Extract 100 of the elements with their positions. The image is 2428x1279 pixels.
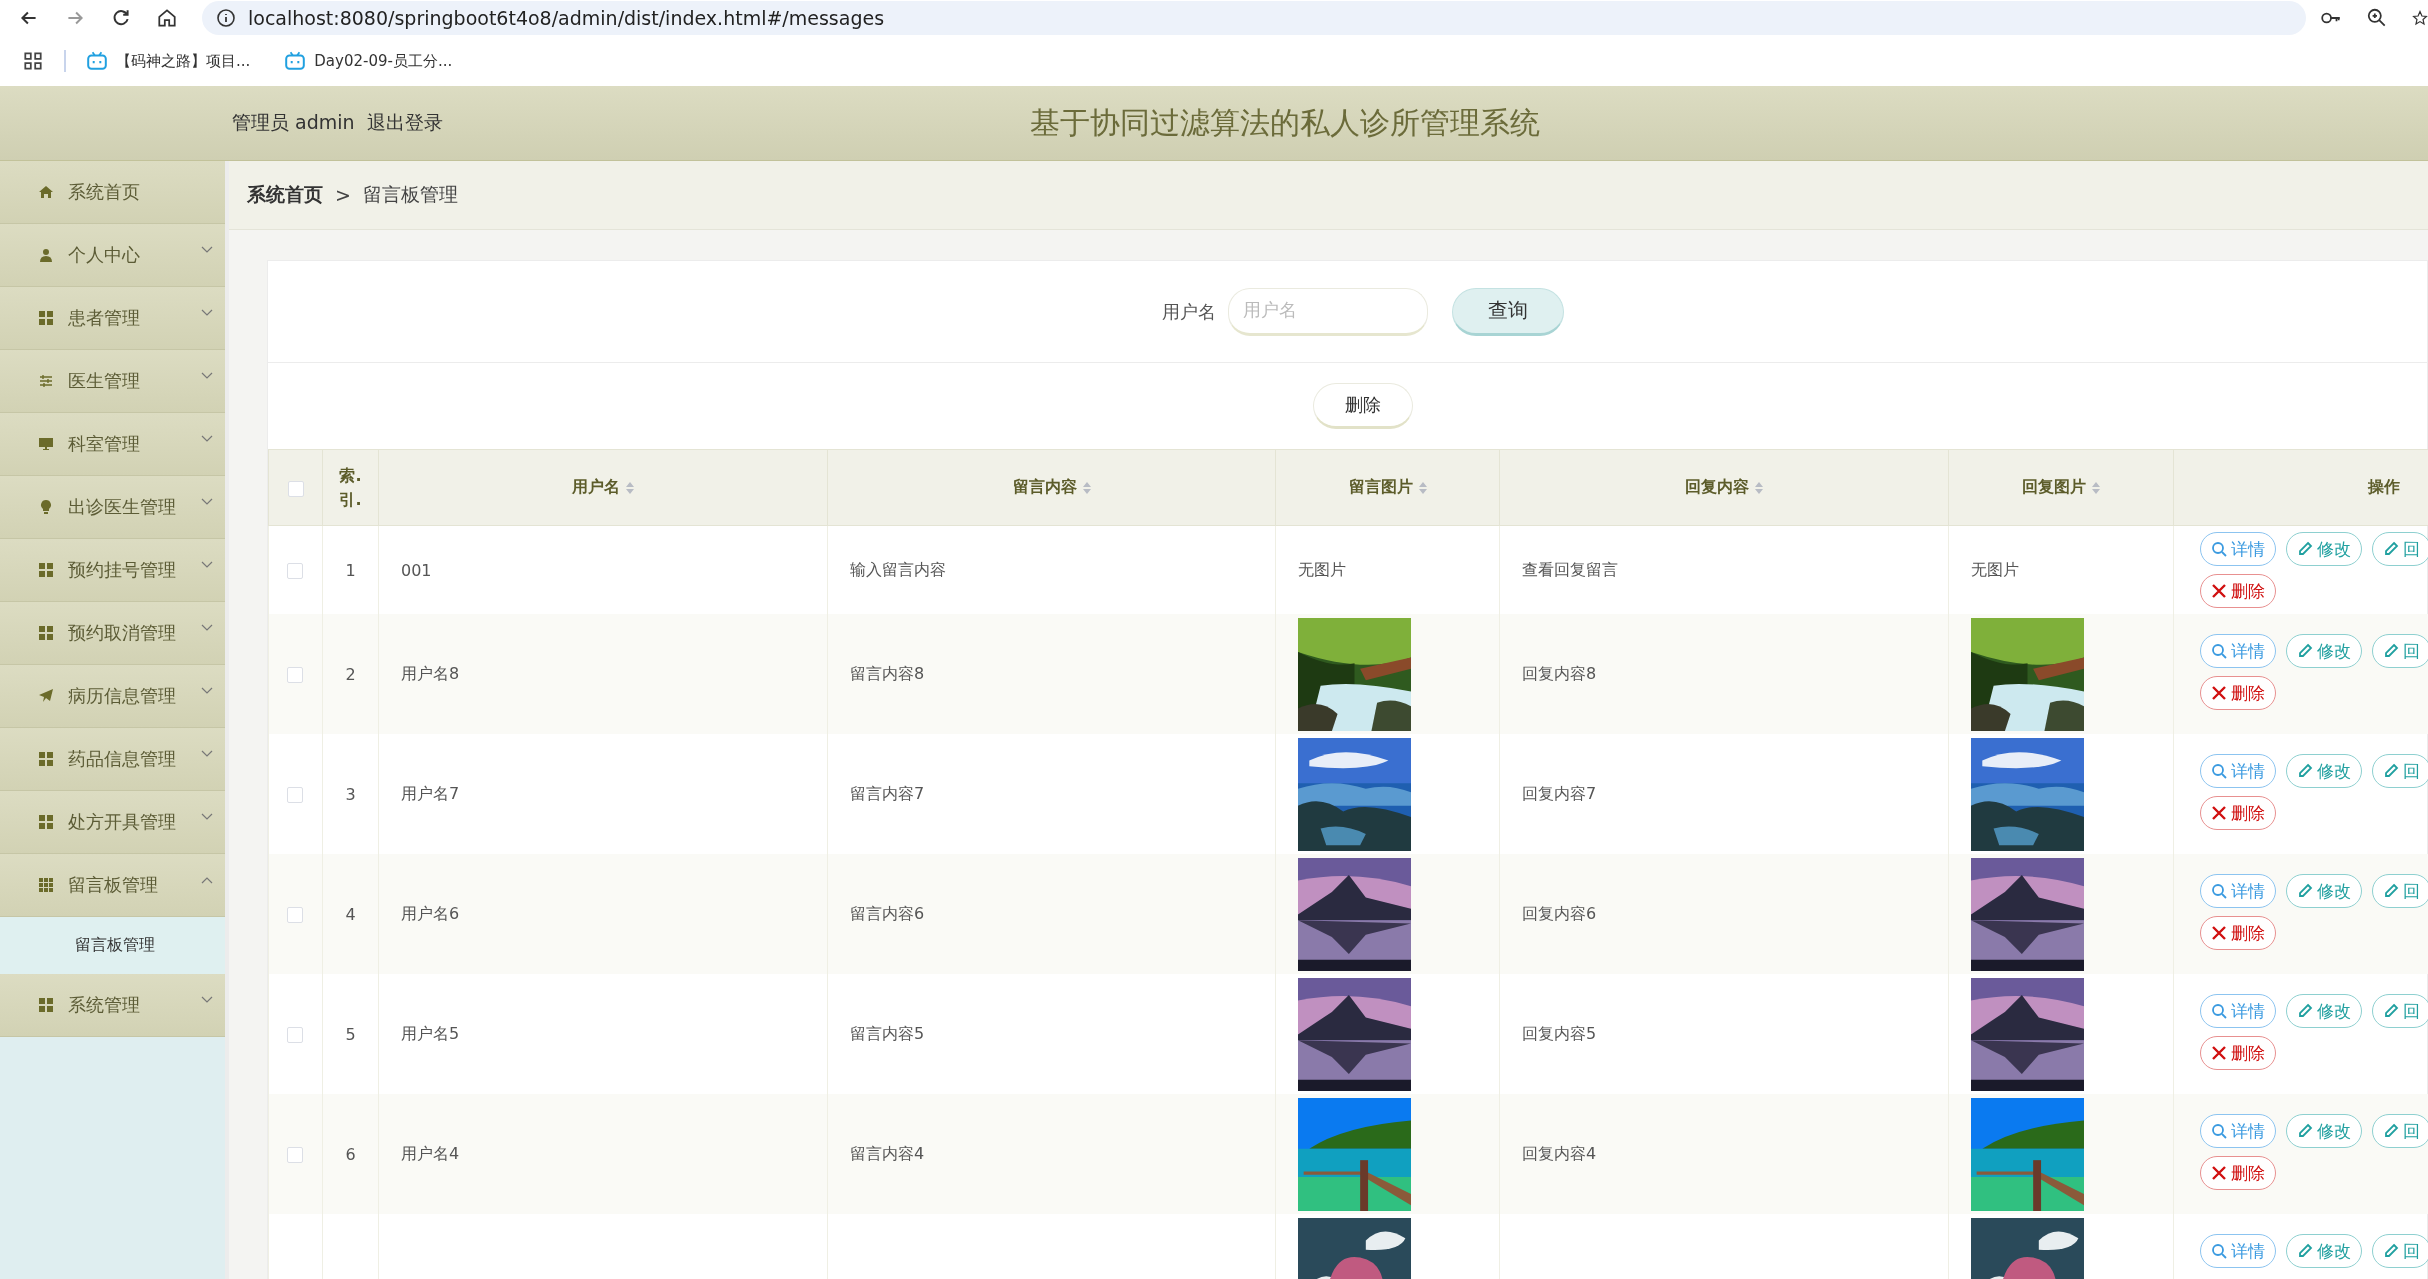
search-icon (2211, 1243, 2227, 1259)
sort-icon[interactable] (1755, 481, 1763, 494)
sort-icon[interactable] (2092, 481, 2100, 494)
search-icon (2211, 541, 2227, 557)
caret-icon (201, 246, 213, 254)
delete-button[interactable]: 删除 (1312, 383, 1413, 429)
caret-icon (201, 687, 213, 695)
caret-icon (201, 996, 213, 1004)
delete-button[interactable]: 删除 (2200, 796, 2276, 830)
close-icon (2211, 685, 2227, 701)
sidebar-item[interactable]: 处方开具管理 (0, 791, 225, 854)
admin-label: 管理员 admin (232, 110, 355, 135)
user-icon (38, 247, 54, 263)
pencil-icon (2383, 1123, 2399, 1139)
sidebar-item[interactable]: 医生管理 (0, 350, 225, 413)
sidebar-item[interactable]: 药品信息管理 (0, 728, 225, 791)
zoom-icon[interactable] (2366, 7, 2388, 29)
logout-link[interactable]: 退出登录 (366, 110, 443, 136)
column-header: 回复图片 (1948, 449, 2174, 526)
row-checkbox[interactable] (287, 1027, 303, 1043)
sidebar-item[interactable]: 系统首页 (0, 161, 225, 224)
close-icon (2211, 925, 2227, 941)
delete-button[interactable]: 删除 (2200, 676, 2276, 710)
table-cell: 2 (322, 614, 379, 734)
detail-button[interactable]: 详情 (2200, 754, 2276, 788)
pencil-icon (2297, 763, 2313, 779)
delete-button[interactable]: 删除 (2200, 1036, 2276, 1070)
caret-icon (201, 813, 213, 821)
row-checkbox[interactable] (287, 667, 303, 683)
pencil-icon (2383, 763, 2399, 779)
caret-icon (201, 309, 213, 317)
edit-button[interactable]: 修改 (2286, 532, 2362, 566)
no-image-text: 无图片 (1298, 559, 1346, 579)
bookmark-link[interactable]: 【码神之路】项目... (116, 51, 251, 71)
monitor-icon (38, 436, 54, 452)
caret-icon (201, 561, 213, 569)
address-bar[interactable]: localhost:8080/springboot6t4o8/admin/dist/index.html#/messages (202, 1, 2306, 35)
search-icon (2211, 883, 2227, 899)
detail-button[interactable]: 详情 (2200, 532, 2276, 566)
row-checkbox[interactable] (287, 1147, 303, 1163)
sidebar-item[interactable]: 患者管理 (0, 287, 225, 350)
sidebar-item[interactable]: 病历信息管理 (0, 665, 225, 728)
search-label: 用户名 (1161, 299, 1216, 324)
detail-button[interactable]: 详情 (2200, 634, 2276, 668)
select-all-checkbox[interactable] (287, 480, 304, 497)
edit-button[interactable]: 修改 (2286, 874, 2362, 908)
query-button[interactable]: 查询 (1451, 287, 1564, 336)
reply-button[interactable]: 回 (2372, 994, 2428, 1028)
detail-button[interactable]: 详情 (2200, 874, 2276, 908)
sort-icon[interactable] (1418, 481, 1427, 494)
table-cell: 用户名8 (378, 614, 828, 734)
edit-button[interactable]: 修改 (2286, 994, 2362, 1028)
username-search-field[interactable]: 用户名 (1227, 287, 1428, 336)
delete-button[interactable]: 删除 (2200, 916, 2276, 950)
sidebar-item[interactable]: 出诊医生管理 (0, 476, 225, 539)
sort-icon[interactable] (1082, 481, 1091, 494)
pencil-icon (2383, 1003, 2399, 1019)
sort-icon[interactable] (626, 481, 634, 494)
close-icon (2211, 1045, 2227, 1061)
reply-button[interactable]: 回 (2372, 1114, 2428, 1148)
grid-icon (38, 625, 54, 641)
edit-button[interactable]: 修改 (2286, 1114, 2362, 1148)
home-icon[interactable] (156, 7, 178, 29)
caret-icon (201, 498, 213, 506)
grid-icon (38, 751, 54, 767)
reply-button[interactable]: 回 (2372, 532, 2428, 566)
info-icon (216, 8, 236, 28)
tv-icon (284, 50, 307, 72)
no-image-text: 无图片 (1971, 559, 2019, 579)
edit-button[interactable]: 修改 (2286, 754, 2362, 788)
sidebar-item[interactable]: 留言板管理 (0, 854, 225, 917)
table-cell: 4 (322, 854, 379, 974)
sidebar-item[interactable]: 预约取消管理 (0, 602, 225, 665)
column-header: 回复内容 (1499, 449, 1949, 526)
detail-button[interactable]: 详情 (2200, 994, 2276, 1028)
delete-button[interactable]: 删除 (2200, 574, 2276, 608)
sidebar-item[interactable]: 预约挂号管理 (0, 539, 225, 602)
row-checkbox[interactable] (287, 787, 303, 803)
reply-button[interactable]: 回 (2372, 1234, 2428, 1268)
detail-button[interactable]: 详情 (2200, 1234, 2276, 1268)
table-cell: 用户名6 (378, 854, 828, 974)
edit-button[interactable]: 修改 (2286, 634, 2362, 668)
sidebar-item[interactable]: 个人中心 (0, 224, 225, 287)
breadcrumb-link[interactable]: 系统首页 (247, 182, 323, 208)
row-checkbox[interactable] (287, 563, 303, 579)
sidebar-item[interactable]: 系统管理 (0, 974, 225, 1037)
reply-button[interactable]: 回 (2372, 634, 2428, 668)
edit-button[interactable]: 修改 (2286, 1234, 2362, 1268)
reply-button[interactable]: 回 (2372, 754, 2428, 788)
table-cell: 回复内容6 (1499, 854, 1949, 974)
caret-icon (201, 372, 213, 380)
detail-button[interactable]: 详情 (2200, 1114, 2276, 1148)
apps-icon[interactable] (22, 50, 44, 72)
reply-button[interactable]: 回 (2372, 874, 2428, 908)
close-icon (2211, 1165, 2227, 1181)
column-header: 留言图片 (1275, 449, 1500, 526)
sidebar-item[interactable]: 科室管理 (0, 413, 225, 476)
row-checkbox[interactable] (287, 907, 303, 923)
bookmark-link[interactable]: Day02-09-员工分... (314, 51, 453, 71)
delete-button[interactable]: 删除 (2200, 1156, 2276, 1190)
